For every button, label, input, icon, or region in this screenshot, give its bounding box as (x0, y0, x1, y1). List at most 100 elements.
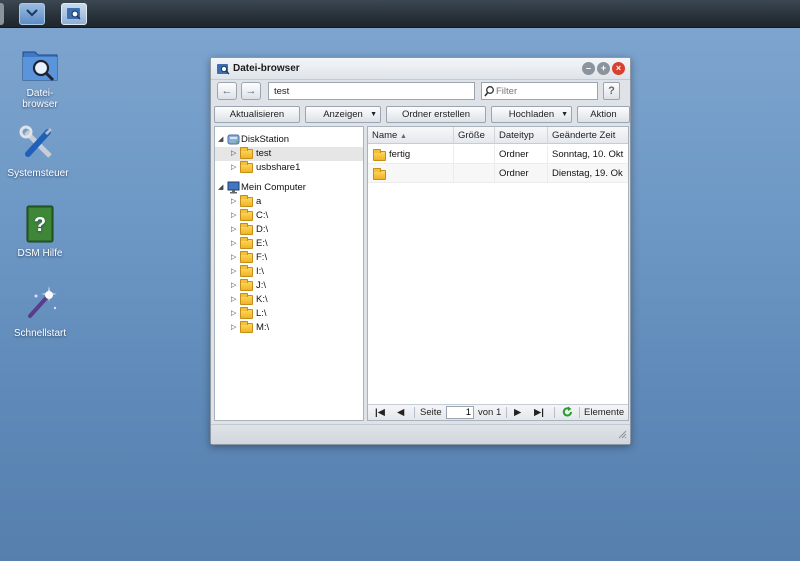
tree-node-label: I:\ (256, 266, 264, 277)
refresh-icon[interactable] (562, 406, 573, 423)
tree-node-drive[interactable]: ▷ a (215, 195, 363, 209)
page-count-label: von 1 (478, 407, 502, 418)
tree-node-drive[interactable]: ▷ K:\ (215, 293, 363, 307)
tree-node-drive[interactable]: ▷ L:\ (215, 307, 363, 321)
tree-node-label: F:\ (256, 252, 268, 263)
chevron-down-icon (25, 8, 39, 21)
divider (554, 407, 555, 418)
tree-node-label: DiskStation (241, 134, 290, 145)
folder-icon (240, 265, 253, 277)
magic-wand-icon (20, 284, 60, 324)
status-bar (211, 424, 630, 444)
collapsed-arrow-icon: ▷ (231, 198, 237, 205)
table-row[interactable]: fertig Ordner Sonntag, 10. Okt (368, 145, 628, 164)
file-name: fertig (389, 149, 411, 160)
search-icon (484, 85, 495, 100)
window-titlebar[interactable]: Datei-browser – + × (211, 58, 630, 80)
tree-node-usbshare1[interactable]: ▷ usbshare1 (215, 161, 363, 175)
main-menu-button[interactable] (19, 3, 45, 25)
view-dropdown-button[interactable]: Anzeigen ▼ (305, 106, 381, 123)
expanded-arrow-icon: ◢ (218, 136, 224, 143)
collapsed-arrow-icon: ▷ (231, 150, 237, 157)
file-size-cell (454, 164, 495, 183)
back-button[interactable]: ← (217, 82, 237, 100)
file-browser-window: Datei-browser – + × ← → ? Aktualisieren … (210, 57, 631, 445)
maximize-button[interactable]: + (597, 62, 610, 75)
sort-ascending-icon: ▲ (399, 133, 407, 140)
folder-icon (240, 321, 253, 333)
file-name-cell (368, 164, 454, 183)
path-input[interactable] (268, 82, 475, 100)
tree-node-my-computer[interactable]: ◢ Mein Computer (215, 181, 363, 195)
refresh-button[interactable]: Aktualisieren (214, 106, 300, 123)
help-book-icon: ? (20, 204, 60, 244)
tree-node-label: M:\ (256, 322, 270, 333)
column-header-type[interactable]: Dateityp (495, 127, 548, 144)
tree-node-drive[interactable]: ▷ C:\ (215, 209, 363, 223)
tree-node-drive[interactable]: ▷ F:\ (215, 251, 363, 265)
next-page-button[interactable]: ▶ (514, 405, 521, 420)
tree-node-drive[interactable]: ▷ M:\ (215, 321, 363, 335)
column-header-size[interactable]: Größe (454, 127, 495, 144)
dropdown-arrow-icon: ▼ (561, 111, 568, 118)
expanded-arrow-icon: ◢ (218, 184, 224, 191)
items-label: Elemente (584, 407, 625, 418)
action-button-label: Aktion (590, 109, 617, 120)
refresh-button-label: Aktualisieren (229, 109, 285, 120)
filter-field[interactable] (481, 82, 598, 100)
desktop-icon-file-browser[interactable]: Datei- browser (0, 44, 80, 110)
resize-grip-icon[interactable] (618, 430, 627, 442)
tree-node-drive[interactable]: ▷ E:\ (215, 237, 363, 251)
folder-icon (240, 161, 253, 173)
collapsed-arrow-icon: ▷ (231, 226, 237, 233)
tree-node-label: Mein Computer (241, 182, 306, 193)
collapsed-arrow-icon: ▷ (231, 324, 237, 331)
tree-node-label: D:\ (256, 224, 269, 235)
desktop-icon-quick-start[interactable]: Schnellstart (0, 284, 80, 339)
collapsed-arrow-icon: ▷ (231, 254, 237, 261)
close-button[interactable]: × (612, 62, 625, 75)
first-page-button[interactable]: |◀ (375, 405, 385, 420)
previous-page-button[interactable]: ◀ (397, 405, 404, 420)
tree-node-label: E:\ (256, 238, 268, 249)
file-browser-taskbar-button[interactable] (61, 3, 87, 25)
column-header-modified[interactable]: Geänderte Zeit (548, 127, 628, 144)
create-folder-button[interactable]: Ordner erstellen (386, 106, 486, 123)
tree-node-diskstation[interactable]: ◢ DiskStation (215, 133, 363, 147)
column-header-name[interactable]: Name ▲ (368, 127, 454, 144)
folder-tree: ◢ DiskStation ▷ test ▷ usbshare1 ◢ Mein … (214, 126, 364, 421)
desktop-icon-dsm-help[interactable]: ? DSM Hilfe (0, 204, 80, 259)
tree-node-drive[interactable]: ▷ I:\ (215, 265, 363, 279)
tree-node-drive[interactable]: ▷ J:\ (215, 279, 363, 293)
view-button-label: Anzeigen (323, 109, 363, 120)
table-row[interactable]: Ordner Dienstag, 19. Ok (368, 164, 628, 183)
page-label: Seite (420, 407, 442, 418)
page-number-input[interactable] (446, 406, 474, 419)
folder-icon (240, 209, 253, 221)
desktop-icon-control-panel[interactable]: Systemsteuer (0, 124, 78, 179)
action-button[interactable]: Aktion (577, 106, 630, 123)
tree-node-drive[interactable]: ▷ D:\ (215, 223, 363, 237)
file-browser-icon (66, 6, 82, 23)
collapsed-arrow-icon: ▷ (231, 268, 237, 275)
file-size-cell (454, 145, 495, 164)
collapsed-arrow-icon: ▷ (231, 212, 237, 219)
taskbar-edge-button[interactable] (0, 3, 4, 25)
desktop-icon-label: Systemsteuer (7, 168, 69, 179)
folder-icon (240, 251, 253, 263)
help-button[interactable]: ? (603, 82, 620, 100)
last-page-button[interactable]: ▶| (534, 405, 544, 420)
tree-node-test[interactable]: ▷ test (215, 147, 363, 161)
filter-input[interactable] (496, 83, 596, 99)
collapsed-arrow-icon: ▷ (231, 282, 237, 289)
collapsed-arrow-icon: ▷ (231, 240, 237, 247)
dropdown-arrow-icon: ▼ (370, 111, 377, 118)
divider (414, 407, 415, 418)
divider (579, 407, 580, 418)
minimize-button[interactable]: – (582, 62, 595, 75)
upload-dropdown-button[interactable]: Hochladen ▼ (491, 106, 572, 123)
forward-button[interactable]: → (241, 82, 261, 100)
tree-node-label: K:\ (256, 294, 268, 305)
file-name-cell: fertig (368, 145, 454, 164)
file-modified-cell: Sonntag, 10. Okt (548, 145, 628, 164)
